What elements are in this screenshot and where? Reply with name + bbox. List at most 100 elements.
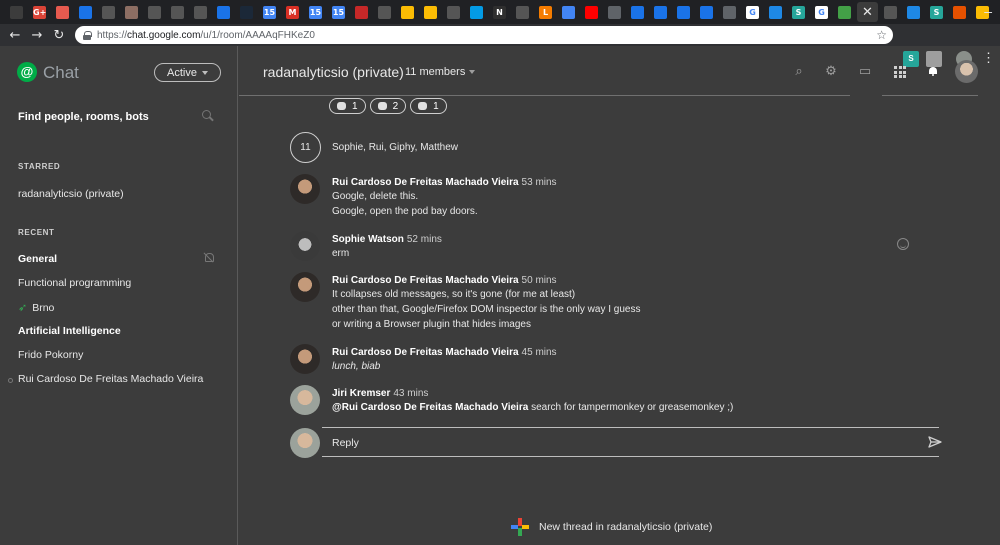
browser-tab[interactable]: G — [811, 2, 832, 22]
user-mention[interactable]: @Rui Cardoso De Freitas Machado Vieira — [332, 402, 528, 413]
app-icon — [953, 5, 966, 19]
browser-tab[interactable]: 15 — [259, 2, 280, 22]
chevron-down-icon — [469, 70, 476, 74]
reload-icon[interactable]: ↻ — [48, 28, 70, 43]
apps-grid-icon[interactable] — [894, 66, 906, 78]
browser-tab[interactable]: 15 — [305, 2, 326, 22]
avatar[interactable] — [290, 272, 320, 302]
bookmark-star-icon[interactable]: ☆ — [876, 28, 887, 42]
address-bar[interactable]: https://chat.google.com/u/1/room/AAAAqFH… — [75, 26, 893, 44]
author-name[interactable]: Rui Cardoso De Freitas Machado Vieira — [332, 177, 519, 188]
browser-tab[interactable] — [121, 2, 142, 22]
find-people-button[interactable]: Find people, rooms, bots — [18, 111, 149, 123]
reaction-chip[interactable]: 1 — [410, 98, 447, 114]
gmail-icon: M — [286, 5, 299, 19]
chat-logo-icon[interactable]: @ — [17, 62, 37, 82]
notifications-bell-icon[interactable] — [929, 67, 937, 76]
collapsed-count-button[interactable]: 11 — [290, 132, 321, 163]
browser-tab[interactable] — [949, 2, 970, 22]
sidebar-item-functional-programming[interactable]: Functional programming — [18, 277, 131, 289]
browser-tab[interactable] — [512, 2, 533, 22]
browser-tab[interactable] — [98, 2, 119, 22]
google-icon: G — [746, 5, 759, 19]
browser-tab[interactable] — [236, 2, 257, 22]
browser-tab[interactable]: M — [282, 2, 303, 22]
reaction-chip[interactable]: 2 — [369, 98, 407, 114]
reaction-chip[interactable]: 1 — [329, 98, 366, 114]
avatar[interactable] — [290, 344, 320, 374]
browser-tab[interactable] — [397, 2, 418, 22]
browser-tab[interactable]: N — [489, 2, 510, 22]
browser-tab[interactable] — [696, 2, 717, 22]
browser-tab[interactable] — [213, 2, 234, 22]
browser-tab[interactable] — [6, 2, 27, 22]
author-name[interactable]: Jiri Kremser — [332, 388, 390, 399]
feedback-icon[interactable]: ▭ — [858, 65, 872, 79]
new-thread-button[interactable]: New thread in radanalyticsio (private) — [511, 518, 712, 536]
app-title: Chat — [43, 63, 79, 82]
sidebar-item-rui[interactable]: Rui Cardoso De Freitas Machado Vieira — [18, 373, 203, 385]
browser-tab[interactable] — [420, 2, 441, 22]
browser-tab[interactable] — [443, 2, 464, 22]
browser-tab[interactable]: G — [742, 2, 763, 22]
author-name[interactable]: Rui Cardoso De Freitas Machado Vieira — [332, 347, 519, 358]
sidebar-item-starred-room[interactable]: radanalyticsio (private) — [18, 188, 124, 200]
active-tab[interactable]: ✕ — [857, 2, 878, 22]
browser-tab[interactable] — [650, 2, 671, 22]
browser-tab[interactable] — [374, 2, 395, 22]
avatar[interactable] — [290, 231, 320, 261]
settings-gear-icon[interactable]: ⚙ — [824, 65, 838, 79]
add-reaction-icon[interactable] — [897, 238, 909, 250]
avatar[interactable] — [290, 385, 320, 415]
browser-tab[interactable] — [903, 2, 924, 22]
minimize-window-icon[interactable]: – — [984, 3, 992, 19]
tab-list-after: S — [880, 2, 993, 22]
collapsed-participants[interactable]: Sophie, Rui, Giphy, Matthew — [332, 142, 458, 153]
status-dropdown[interactable]: Active — [154, 63, 221, 82]
browser-tab[interactable]: L — [535, 2, 556, 22]
browser-tab[interactable] — [765, 2, 786, 22]
reply-input[interactable] — [332, 437, 892, 449]
avatar[interactable] — [290, 174, 320, 204]
search-room-icon[interactable]: ⌕ — [792, 65, 806, 79]
browser-tab[interactable] — [834, 2, 855, 22]
browser-tab[interactable] — [581, 2, 602, 22]
browser-tab[interactable]: G+ — [29, 2, 50, 22]
search-icon[interactable] — [202, 110, 213, 121]
send-icon[interactable] — [928, 435, 942, 449]
close-tab-icon[interactable]: ✕ — [857, 4, 878, 20]
browser-tab[interactable] — [466, 2, 487, 22]
members-dropdown[interactable]: 11 members — [405, 66, 476, 78]
browser-tab[interactable]: S — [788, 2, 809, 22]
message-text: or writing a Browser plugin that hides i… — [332, 319, 531, 330]
browser-tab[interactable] — [351, 2, 372, 22]
browser-tab[interactable] — [75, 2, 96, 22]
browser-tab[interactable] — [190, 2, 211, 22]
author-name[interactable]: Rui Cardoso De Freitas Machado Vieira — [332, 275, 519, 286]
sidebar-item-general[interactable]: General — [18, 253, 57, 265]
browser-tab[interactable] — [52, 2, 73, 22]
author-name[interactable]: Sophie Watson — [332, 234, 404, 245]
github-icon — [447, 5, 460, 19]
browser-tab[interactable] — [558, 2, 579, 22]
timestamp: 53 mins — [521, 177, 557, 188]
back-icon[interactable]: ← — [4, 28, 26, 43]
browser-tab[interactable] — [719, 2, 740, 22]
github-icon — [516, 5, 529, 19]
sidebar-item-artificial-intelligence[interactable]: Artificial Intelligence — [18, 325, 121, 337]
sidebar-item-brno[interactable]: ➶ Brno — [18, 301, 54, 315]
s-app-icon: S — [792, 5, 805, 19]
account-avatar[interactable] — [955, 60, 978, 83]
browser-tab[interactable]: 15 — [328, 2, 349, 22]
browser-tab[interactable] — [673, 2, 694, 22]
forward-icon[interactable]: → — [26, 28, 48, 43]
browser-tab[interactable] — [880, 2, 901, 22]
sidebar-item-frido-pokorny[interactable]: Frido Pokorny — [18, 349, 83, 361]
browser-tab[interactable]: S — [926, 2, 947, 22]
plus-icon — [511, 518, 529, 536]
browser-tab[interactable] — [604, 2, 625, 22]
browser-tab[interactable] — [167, 2, 188, 22]
browser-tab[interactable] — [627, 2, 648, 22]
app-icon — [769, 5, 782, 19]
browser-tab[interactable] — [144, 2, 165, 22]
